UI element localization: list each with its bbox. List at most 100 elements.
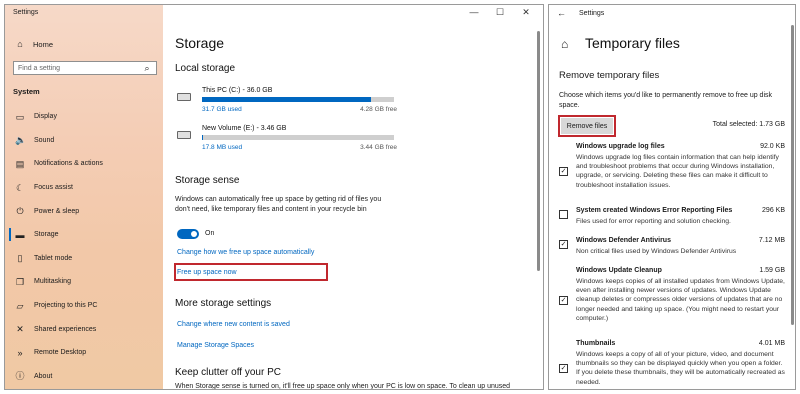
search-placeholder: Find a setting <box>18 64 61 72</box>
sidebar-item-about[interactable]: ⓘ About <box>5 365 163 389</box>
search-icon: ⌕ <box>144 63 150 73</box>
home-icon: ⌂ <box>17 39 23 49</box>
back-arrow-icon[interactable]: ← <box>557 8 566 18</box>
sidebar-item-multitasking[interactable]: ❐ Multitasking <box>5 270 163 294</box>
item-checkbox[interactable] <box>559 210 568 219</box>
drive-name: New Volume (E:) - 3.46 GB <box>202 125 287 132</box>
nav-home[interactable]: ⌂ Home <box>15 39 53 49</box>
nav-section-title: System <box>13 87 40 96</box>
drive-free: 3.44 GB free <box>360 144 397 151</box>
toggle-state-label: On <box>205 230 215 237</box>
sidebar-item-label: Power & sleep <box>34 207 80 215</box>
sidebar: Settings ⌂ Home Find a setting ⌕ System … <box>5 5 163 389</box>
drive-icon <box>177 131 191 139</box>
remote-desktop-icon: » <box>17 347 23 358</box>
tablet-icon: ▯ <box>17 253 23 264</box>
drive-free: 4.28 GB free <box>360 106 397 113</box>
storage-sense-heading: Storage sense <box>175 175 240 186</box>
page-title: Storage <box>175 35 225 51</box>
temporary-files-window: ← Settings ⌂ Temporary files Remove temp… <box>548 4 796 390</box>
item-name: Windows Update Cleanup <box>576 267 662 274</box>
sidebar-item-label: Multitasking <box>34 278 71 286</box>
nav-list: ▭ Display 🔈 Sound ▤ Notifications & actions ☾ F… <box>5 105 163 388</box>
item-description: Windows keeps copies of all installed up… <box>576 278 785 322</box>
title-bar: Settings <box>5 5 163 23</box>
search-input[interactable]: Find a setting ⌕ <box>13 61 157 75</box>
sidebar-item-power-sleep[interactable]: ⏻ Power & sleep <box>5 199 163 223</box>
sidebar-item-shared-experiences[interactable]: ✕ Shared experiences <box>5 317 163 341</box>
local-storage-heading: Local storage <box>175 63 236 74</box>
sidebar-item-label: Projecting to this PC <box>34 302 98 310</box>
nav-home-label: Home <box>33 39 54 49</box>
item-checkbox[interactable]: ✓ <box>559 296 568 305</box>
app-title: Settings <box>13 9 39 16</box>
power-icon: ⏻ <box>16 206 24 217</box>
keep-clutter-heading: Keep clutter off your PC <box>175 367 281 378</box>
focus-assist-icon: ☾ <box>15 182 25 193</box>
manage-storage-spaces-link[interactable]: Manage Storage Spaces <box>177 342 254 349</box>
about-icon: ⓘ <box>15 371 25 382</box>
sound-icon: 🔈 <box>15 135 27 146</box>
drive-usage-fill <box>202 135 203 140</box>
storage-sense-description: Windows can automatically free up space … <box>175 196 382 213</box>
drive-used: 17.8 MB used <box>202 144 243 151</box>
item-description: Windows upgrade log files contain inform… <box>576 154 779 189</box>
item-checkbox[interactable]: ✓ <box>559 167 568 176</box>
sidebar-item-focus-assist[interactable]: ☾ Focus assist <box>5 176 163 200</box>
total-selected: Total selected: 1.73 GB <box>712 121 785 128</box>
item-checkbox[interactable]: ✓ <box>559 240 568 249</box>
settings-storage-window: Settings ⌂ Home Find a setting ⌕ System … <box>4 4 544 390</box>
drive-icon <box>177 93 191 101</box>
drive-usage-fill <box>202 97 371 102</box>
sidebar-item-tablet-mode[interactable]: ▯ Tablet mode <box>5 247 163 271</box>
change-free-space-link[interactable]: Change how we free up space automaticall… <box>177 249 314 256</box>
shared-experiences-icon: ✕ <box>16 324 24 335</box>
keep-clutter-description: When Storage sense is turned on, it'll f… <box>175 383 511 390</box>
sidebar-item-storage[interactable]: ▬ Storage <box>5 223 163 247</box>
item-size: 1.59 GB <box>759 267 785 274</box>
free-up-space-now-link[interactable]: Free up space now <box>177 269 237 276</box>
sidebar-item-display[interactable]: ▭ Display <box>5 105 163 129</box>
item-size: 7.12 MB <box>758 237 785 244</box>
sidebar-item-notifications-actions[interactable]: ▤ Notifications & actions <box>5 152 163 176</box>
drive-name: This PC (C:) - 36.0 GB <box>202 87 273 94</box>
item-name: Thumbnails <box>576 340 616 347</box>
item-name: Windows Defender Antivirus <box>576 237 671 244</box>
scrollbar[interactable] <box>537 31 540 271</box>
instructions-text: Choose which items you'd like to permane… <box>559 92 772 109</box>
projecting-icon: ▱ <box>16 300 24 311</box>
item-size: 4.01 MB <box>758 340 785 347</box>
sidebar-item-label: Notifications & actions <box>34 160 103 168</box>
sidebar-item-projecting-to-this-pc[interactable]: ▱ Projecting to this PC <box>5 294 163 318</box>
sidebar-item-label: Display <box>34 113 57 121</box>
sidebar-item-label: Sound <box>34 136 55 144</box>
home-icon: ⌂ <box>561 37 569 51</box>
sidebar-item-remote-desktop[interactable]: » Remote Desktop <box>5 341 163 365</box>
item-checkbox[interactable]: ✓ <box>559 364 568 373</box>
app-title: Settings <box>579 10 605 17</box>
sidebar-item-sound[interactable]: 🔈 Sound <box>5 129 163 153</box>
item-name: Windows upgrade log files <box>576 143 665 150</box>
sidebar-item-label: Focus assist <box>34 184 73 192</box>
item-description: Files used for error reporting and solut… <box>576 218 731 225</box>
sidebar-item-label: Tablet mode <box>34 254 73 262</box>
storage-icon: ▬ <box>15 229 25 240</box>
remove-files-button[interactable]: Remove files <box>561 118 613 134</box>
sidebar-item-label: Remote Desktop <box>34 349 87 357</box>
storage-sense-toggle[interactable] <box>177 229 199 239</box>
page-title: Temporary files <box>585 35 680 51</box>
item-description: Windows keeps a copy of all of your pict… <box>576 351 785 386</box>
sidebar-item-label: Shared experiences <box>34 325 97 333</box>
drive-usage-bar <box>202 135 394 140</box>
item-description: Non critical files used by Windows Defen… <box>576 248 737 255</box>
scrollbar[interactable] <box>791 25 794 325</box>
item-size: 92.0 KB <box>760 143 785 150</box>
storage-content: Storage Local storage This PC (C:) - 36.… <box>174 5 541 390</box>
display-icon: ▭ <box>15 111 25 122</box>
change-save-location-link[interactable]: Change where new content is saved <box>177 321 290 328</box>
more-storage-settings-heading: More storage settings <box>175 298 272 309</box>
item-name: System created Windows Error Reporting F… <box>576 207 733 214</box>
sidebar-item-label: Storage <box>34 231 59 239</box>
drive-usage-bar <box>202 97 394 102</box>
multitasking-icon: ❐ <box>15 276 25 287</box>
